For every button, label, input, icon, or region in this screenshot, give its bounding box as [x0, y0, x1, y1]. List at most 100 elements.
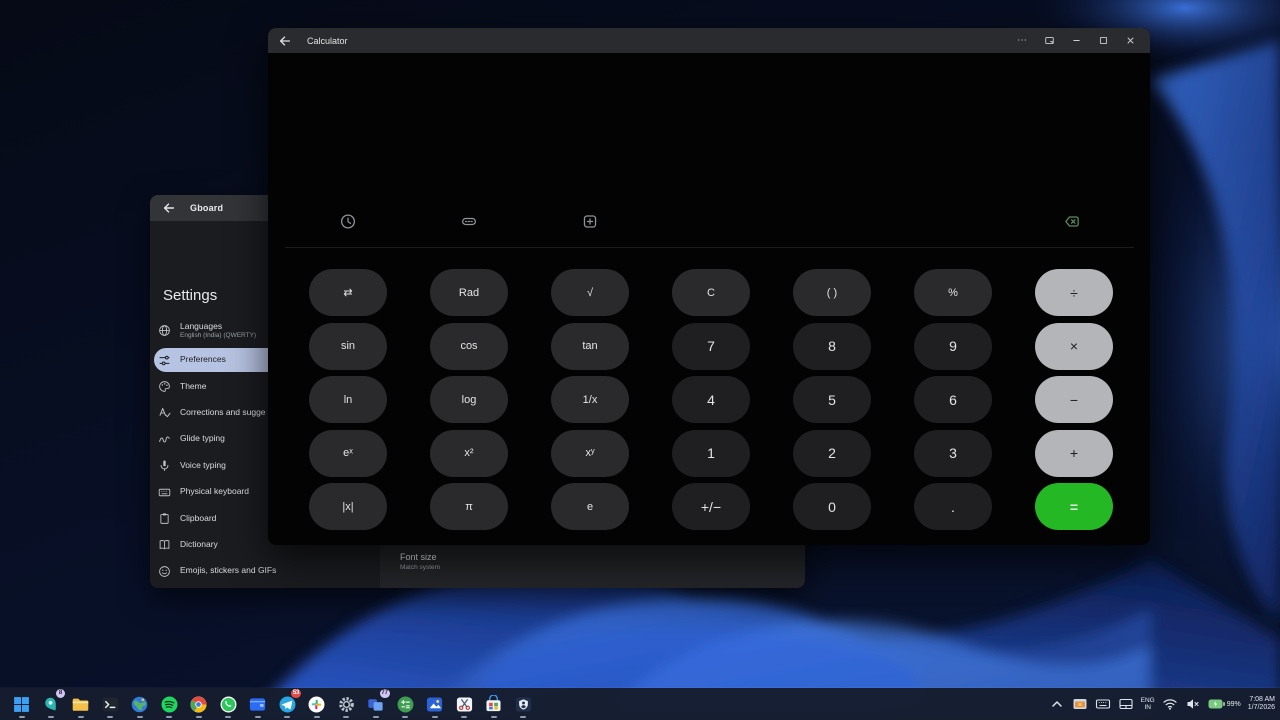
sidebar-item-emojis-stickers-and-gifs[interactable]: Emojis, stickers and GIFs: [150, 558, 380, 584]
back-icon[interactable]: [278, 34, 292, 48]
sidebar-item-label: Emojis, stickers and GIFs: [180, 566, 276, 576]
taskbar-app-security-shield[interactable]: [509, 689, 539, 719]
taskbar-app-teams[interactable]: 77: [361, 689, 391, 719]
x-squared-button[interactable]: x²: [430, 430, 508, 477]
language-indicator[interactable]: ENG IN: [1141, 697, 1155, 712]
touchpad-icon[interactable]: [1118, 696, 1134, 712]
battery-percent: 99%: [1227, 701, 1241, 708]
sidebar-item-text: Glide typing: [180, 434, 225, 444]
reciprocal-button[interactable]: 1/x: [551, 376, 629, 423]
x-power-y-button[interactable]: xʸ: [551, 430, 629, 477]
image-icon[interactable]: [582, 213, 599, 230]
font-size-label: Font size: [400, 552, 440, 564]
minimize-icon[interactable]: [1066, 32, 1086, 50]
taskbar-app-settings[interactable]: [332, 689, 362, 719]
teams-badge: 77: [380, 689, 390, 698]
start-icon: [12, 695, 31, 714]
history-icon[interactable]: [340, 213, 357, 230]
digit-3-button[interactable]: 3: [914, 430, 992, 477]
clear-button[interactable]: C: [672, 269, 750, 316]
hidden-icons-chevron-icon[interactable]: [1049, 696, 1065, 712]
natural-log-button[interactable]: ln: [309, 376, 387, 423]
backspace-icon[interactable]: [1064, 213, 1081, 230]
radians-button[interactable]: Rad: [430, 269, 508, 316]
spotify-icon: [160, 695, 179, 714]
sidebar-item-text: Preferences: [180, 355, 226, 365]
gboard-window-title: Gboard: [190, 203, 223, 213]
digit-0-button[interactable]: 0: [793, 483, 871, 530]
percent-button[interactable]: %: [914, 269, 992, 316]
absolute-value-button[interactable]: |x|: [309, 483, 387, 530]
book-icon: [158, 538, 171, 551]
taskbar-app-earth[interactable]: [125, 689, 155, 719]
digit-2-button[interactable]: 2: [793, 430, 871, 477]
taskbar-app-telegram[interactable]: 53: [273, 689, 303, 719]
square-root-button[interactable]: √: [551, 269, 629, 316]
taskbar-app-whatsapp[interactable]: [214, 689, 244, 719]
palette-icon: [158, 380, 171, 393]
tangent-button[interactable]: tan: [551, 323, 629, 370]
tray-app-window-icon[interactable]: [1072, 696, 1088, 712]
taskbar-app-terminal[interactable]: [96, 689, 126, 719]
taskbar-app-snipping-tool[interactable]: [450, 689, 480, 719]
taskbar-app-chrome[interactable]: [184, 689, 214, 719]
picture-in-picture-icon[interactable]: [1039, 32, 1059, 50]
sine-button[interactable]: sin: [309, 323, 387, 370]
taskbar-app-wallet[interactable]: [243, 689, 273, 719]
subtract-button[interactable]: −: [1035, 376, 1113, 423]
sidebar-item-share-gboard[interactable]: Share Gboard: [150, 585, 380, 588]
keyboard-icon[interactable]: [461, 213, 478, 230]
clipboard-icon: [158, 512, 171, 525]
multiply-button[interactable]: ×: [1035, 323, 1113, 370]
plus-minus-button[interactable]: +/−: [672, 483, 750, 530]
taskbar-app-calculator-green[interactable]: [391, 689, 421, 719]
touch-keyboard-icon[interactable]: [1095, 696, 1111, 712]
taskbar-app-file-explorer[interactable]: [66, 689, 96, 719]
whatsapp-icon: [219, 695, 238, 714]
battery-indicator[interactable]: 99%: [1208, 699, 1241, 709]
maximize-icon[interactable]: [1093, 32, 1113, 50]
more-options-icon[interactable]: ⋯: [1012, 32, 1032, 50]
terminal-icon: [101, 695, 120, 714]
add-button[interactable]: +: [1035, 430, 1113, 477]
digit-7-button[interactable]: 7: [672, 323, 750, 370]
divide-button[interactable]: ÷: [1035, 269, 1113, 316]
sidebar-item-label: Glide typing: [180, 434, 225, 444]
taskbar-app-spotify[interactable]: [155, 689, 185, 719]
settings-heading: Settings: [163, 287, 217, 304]
taskbar-clock[interactable]: 7:08 AM 1/7/2026: [1248, 696, 1275, 713]
back-icon[interactable]: [162, 201, 176, 215]
taskbar-app-microsoft-store[interactable]: [479, 689, 509, 719]
taskbar-app-maps[interactable]: 8: [37, 689, 67, 719]
volume-muted-icon[interactable]: [1185, 696, 1201, 712]
cosine-button[interactable]: cos: [430, 323, 508, 370]
taskbar-app-photos[interactable]: [420, 689, 450, 719]
digit-6-button[interactable]: 6: [914, 376, 992, 423]
wifi-icon[interactable]: [1162, 696, 1178, 712]
taskbar-app-start[interactable]: [7, 689, 37, 719]
tray-time: 7:08 AM: [1248, 696, 1275, 705]
eulers-number-button[interactable]: e: [551, 483, 629, 530]
wallet-icon: [248, 695, 267, 714]
parentheses-button[interactable]: ( ): [793, 269, 871, 316]
spellcheck-icon: [158, 406, 171, 419]
digit-9-button[interactable]: 9: [914, 323, 992, 370]
tray-date: 1/7/2026: [1248, 704, 1275, 713]
close-icon[interactable]: [1120, 32, 1140, 50]
digit-5-button[interactable]: 5: [793, 376, 871, 423]
tune-icon: [158, 354, 171, 367]
log-button[interactable]: log: [430, 376, 508, 423]
swap-button[interactable]: ⇄: [309, 269, 387, 316]
sidebar-item-text: LanguagesEnglish (India) (QWERTY): [180, 322, 256, 339]
sidebar-item-label: Theme: [180, 382, 206, 392]
taskbar-app-slack[interactable]: [302, 689, 332, 719]
font-size-setting[interactable]: Font size Match system: [400, 552, 440, 572]
equals-button[interactable]: =: [1035, 483, 1113, 530]
e-power-x-button[interactable]: eˣ: [309, 430, 387, 477]
digit-8-button[interactable]: 8: [793, 323, 871, 370]
sidebar-item-label: Corrections and sugge: [180, 408, 266, 418]
digit-4-button[interactable]: 4: [672, 376, 750, 423]
pi-button[interactable]: π: [430, 483, 508, 530]
digit-1-button[interactable]: 1: [672, 430, 750, 477]
decimal-point-button[interactable]: .: [914, 483, 992, 530]
